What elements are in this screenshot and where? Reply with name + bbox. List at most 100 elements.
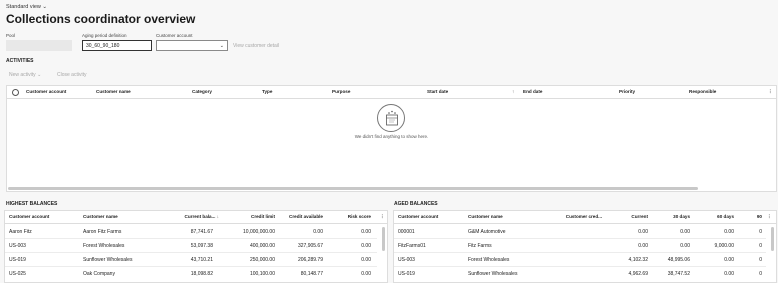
- aging-period-label: Aging period definition: [82, 33, 127, 38]
- table-row[interactable]: US-019 Sunflower Wholesales 43,710.21 25…: [5, 253, 377, 267]
- thirty-days-cell: 0.00: [680, 243, 690, 249]
- column-header[interactable]: Risk score: [330, 211, 371, 223]
- sort-descending-icon: ↓: [216, 214, 219, 219]
- customer-name-cell: Sunflower Wholesales: [468, 271, 518, 277]
- table-row[interactable]: 000001 G&M Automotive 0.00 0.00 0.00 0: [394, 225, 766, 239]
- grid-header: Customer account Customer name Current b…: [5, 211, 387, 224]
- customer-account-cell[interactable]: US-003: [9, 239, 26, 253]
- column-header[interactable]: End date: [523, 86, 542, 98]
- column-header[interactable]: Category: [192, 86, 212, 98]
- ninety-days-cell: 0: [759, 243, 762, 249]
- customer-account-cell[interactable]: US-019: [398, 267, 415, 281]
- customer-name-cell: G&M Automotive: [468, 229, 506, 235]
- customer-name-cell: Sunflower Wholesales: [83, 257, 133, 263]
- customer-name-cell: Aaron Fitz Farms: [83, 229, 122, 235]
- credit-available-cell: 327,905.67: [297, 243, 323, 249]
- current-cell: 4,102.32: [628, 257, 648, 263]
- table-row[interactable]: US-003 Forest Wholesales 4,102.32 48,995…: [394, 253, 766, 267]
- thirty-days-cell: 0.00: [680, 229, 690, 235]
- grid-header: Customer account Customer name Customer …: [394, 211, 776, 224]
- credit-available-cell: 0.00: [313, 229, 323, 235]
- view-selector[interactable]: Standard view ⌄: [6, 4, 47, 10]
- column-header[interactable]: Customer name: [83, 211, 118, 223]
- customer-account-cell[interactable]: US-003: [398, 253, 415, 267]
- new-activity-button[interactable]: New activity ⌄: [9, 72, 41, 78]
- activities-section-title: ACTIVITIES: [6, 58, 34, 64]
- vertical-scrollbar[interactable]: [771, 227, 774, 251]
- view-customer-detail-button[interactable]: View customer detail: [233, 43, 279, 49]
- customer-name-cell: Oak Company: [83, 271, 115, 277]
- chevron-down-icon[interactable]: ⌄: [220, 43, 224, 49]
- current-balance-cell: 18,098.82: [190, 271, 213, 277]
- column-header[interactable]: 90: [750, 211, 762, 223]
- customer-account-cell[interactable]: US-025: [9, 267, 26, 281]
- select-all-radio[interactable]: [12, 89, 19, 96]
- risk-score-cell: 0.00: [361, 257, 371, 263]
- column-header[interactable]: Priority: [619, 86, 635, 98]
- column-header[interactable]: 30 days: [650, 211, 690, 223]
- column-header[interactable]: Customer name: [468, 211, 503, 223]
- customer-account-label: Customer account: [156, 33, 193, 38]
- sixty-days-cell: 9,000.00: [714, 243, 734, 249]
- aged-balances-grid: Customer account Customer name Customer …: [393, 210, 777, 283]
- more-options-icon[interactable]: ⋮: [768, 86, 773, 98]
- credit-available-cell: 80,148.77: [300, 271, 323, 277]
- column-header[interactable]: Customer account: [398, 211, 438, 223]
- column-header[interactable]: 60 days: [692, 211, 734, 223]
- empty-state-message: We didn't find anything to show here.: [354, 134, 429, 139]
- table-row[interactable]: US-003 Forest Wholesales 53,097.38 400,0…: [5, 239, 377, 253]
- page-title: Collections coordinator overview: [6, 12, 196, 26]
- customer-account-cell[interactable]: US-019: [9, 253, 26, 267]
- highest-balances-grid: Customer account Customer name Current b…: [4, 210, 388, 283]
- sixty-days-cell: 0.00: [724, 257, 734, 263]
- empty-state-icon: [377, 104, 405, 132]
- column-header[interactable]: Current bala... ↓: [175, 211, 219, 223]
- current-cell: 4,962.69: [628, 271, 648, 277]
- column-header[interactable]: Customer cred...: [554, 211, 602, 223]
- aged-balances-title: AGED BALANCES: [394, 201, 438, 207]
- pool-field[interactable]: [6, 40, 72, 51]
- table-row[interactable]: FitzFarms01 Fitz Farms 0.00 0.00 9,000.0…: [394, 239, 766, 253]
- column-header[interactable]: Customer account: [26, 86, 66, 98]
- more-options-icon[interactable]: ⋮: [767, 211, 772, 223]
- customer-account-cell[interactable]: Aaron Fitz: [9, 225, 32, 239]
- sort-ascending-icon[interactable]: ↑: [512, 86, 514, 98]
- credit-limit-cell: 100,100.00: [249, 271, 275, 277]
- current-cell: 0.00: [638, 229, 648, 235]
- current-balance-cell: 43,710.21: [190, 257, 213, 263]
- column-header[interactable]: Start date: [427, 86, 448, 98]
- ninety-days-cell: 0: [759, 271, 762, 277]
- customer-account-cell[interactable]: 000001: [398, 225, 415, 239]
- customer-account-field[interactable]: ⌄: [156, 40, 228, 51]
- customer-account-cell[interactable]: FitzFarms01: [398, 239, 426, 253]
- column-header[interactable]: Credit available: [277, 211, 323, 223]
- current-balance-cell: 53,097.38: [190, 243, 213, 249]
- column-header[interactable]: Credit limit: [230, 211, 275, 223]
- customer-name-cell: Forest Wholesales: [83, 243, 125, 249]
- chevron-down-icon: ⌄: [37, 72, 42, 78]
- thirty-days-cell: 48,995.06: [667, 257, 690, 263]
- column-header[interactable]: Responsible: [689, 86, 716, 98]
- customer-name-cell: Forest Wholesales: [468, 257, 510, 263]
- close-activity-button[interactable]: Close activity: [57, 72, 86, 78]
- column-header[interactable]: Current: [608, 211, 648, 223]
- customer-name-cell: Fitz Farms: [468, 243, 492, 249]
- risk-score-cell: 0.00: [361, 229, 371, 235]
- pool-label: Pool: [6, 33, 16, 38]
- credit-limit-cell: 250,000.00: [249, 257, 275, 263]
- aging-period-field[interactable]: 30_60_90_180: [82, 40, 152, 51]
- view-label: Standard view: [6, 4, 41, 10]
- column-header[interactable]: Customer name: [96, 86, 131, 98]
- current-cell: 0.00: [638, 243, 648, 249]
- sixty-days-cell: 0.00: [724, 229, 734, 235]
- vertical-scrollbar[interactable]: [382, 227, 385, 251]
- column-header[interactable]: Type: [262, 86, 272, 98]
- table-row[interactable]: US-025 Oak Company 18,098.82 100,100.00 …: [5, 267, 377, 281]
- column-header[interactable]: Customer account: [9, 211, 49, 223]
- horizontal-scrollbar[interactable]: [8, 187, 698, 190]
- table-row[interactable]: US-019 Sunflower Wholesales 4,962.69 38,…: [394, 267, 766, 281]
- table-row[interactable]: Aaron Fitz Aaron Fitz Farms 87,741.67 10…: [5, 225, 377, 239]
- risk-score-cell: 0.00: [361, 271, 371, 277]
- more-options-icon[interactable]: ⋮: [380, 211, 385, 223]
- column-header[interactable]: Purpose: [332, 86, 350, 98]
